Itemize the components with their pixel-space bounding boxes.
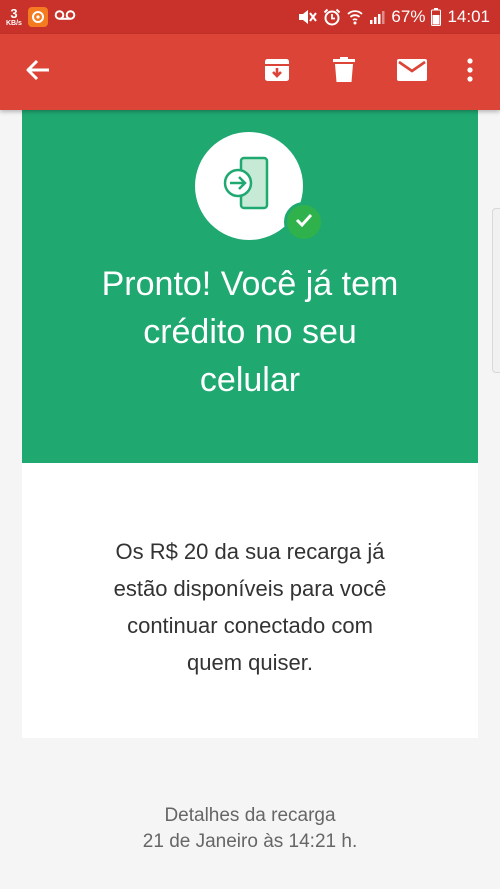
archive-icon	[264, 57, 290, 88]
confirmation-banner: Pronto! Você já tem crédito no seu celul…	[22, 110, 478, 463]
check-icon	[295, 213, 313, 232]
message-line: quem quiser.	[187, 650, 313, 675]
back-button[interactable]	[18, 34, 58, 110]
alarm-icon	[323, 8, 341, 26]
phone-recharge-icon	[221, 154, 277, 219]
title-line: celular	[199, 361, 301, 399]
message-line: continuar conectado com	[127, 613, 373, 638]
delete-icon	[333, 56, 355, 88]
details-date: 21 de Janeiro às 14:21 h.	[142, 831, 358, 852]
network-speed-value: 3	[10, 6, 18, 21]
mute-icon	[297, 8, 318, 26]
status-bar-left: 3 KB/s	[6, 7, 76, 27]
archive-button[interactable]	[257, 34, 297, 110]
recharge-message: Os R$ 20 da sua recarga já estão disponí…	[22, 533, 478, 681]
delete-button[interactable]	[324, 34, 364, 110]
network-speed: 3 KB/s	[6, 7, 22, 27]
app-notification-icon	[27, 7, 48, 27]
wifi-icon	[347, 8, 364, 26]
message-line: estão disponíveis para você	[113, 576, 387, 601]
app-toolbar	[0, 34, 500, 110]
more-options-icon	[467, 57, 473, 87]
signal-icon	[369, 9, 385, 25]
scrollbar-handle[interactable]	[492, 208, 500, 373]
network-speed-unit: KB/s	[6, 20, 22, 27]
title-line: crédito no seu	[143, 313, 357, 351]
voicemail-icon	[54, 8, 76, 26]
more-options-button[interactable]	[455, 34, 485, 110]
details-title: Detalhes da recarga	[164, 805, 336, 826]
mark-unread-icon	[397, 58, 427, 86]
battery-icon	[431, 8, 442, 26]
title-line: Pronto! Você já tem	[101, 265, 399, 303]
battery-percentage: 67%	[391, 7, 426, 26]
status-bar: 3 KB/s 67% 14:01	[0, 0, 500, 34]
confirmation-title: Pronto! Você já tem crédito no seu celul…	[22, 260, 478, 404]
message-line: Os R$ 20 da sua recarga já	[115, 539, 385, 564]
clock: 14:01	[447, 7, 490, 26]
recharge-details-section: Detalhes da recarga 21 de Janeiro às 14:…	[22, 738, 478, 889]
check-badge	[284, 202, 324, 242]
recharge-details: Detalhes da recarga 21 de Janeiro às 14:…	[22, 803, 478, 855]
status-bar-right: 67% 14:01	[297, 7, 490, 27]
back-arrow-icon	[25, 57, 51, 88]
mark-unread-button[interactable]	[390, 34, 434, 110]
